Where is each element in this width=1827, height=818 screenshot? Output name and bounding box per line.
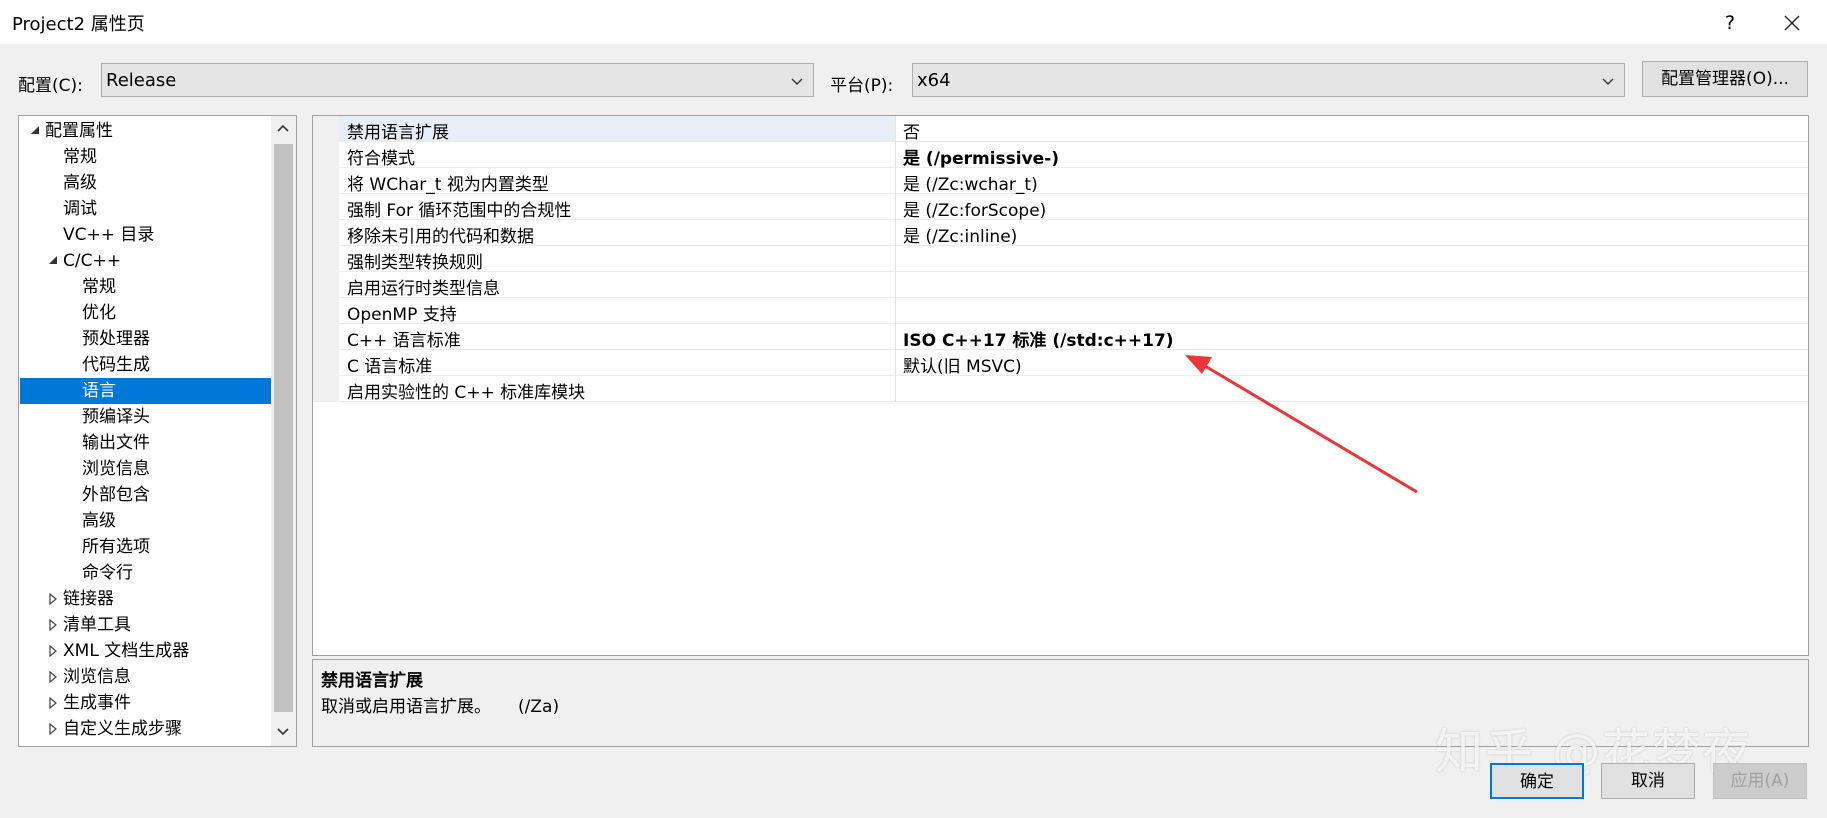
annotation-arrow-icon	[1185, 355, 1418, 494]
